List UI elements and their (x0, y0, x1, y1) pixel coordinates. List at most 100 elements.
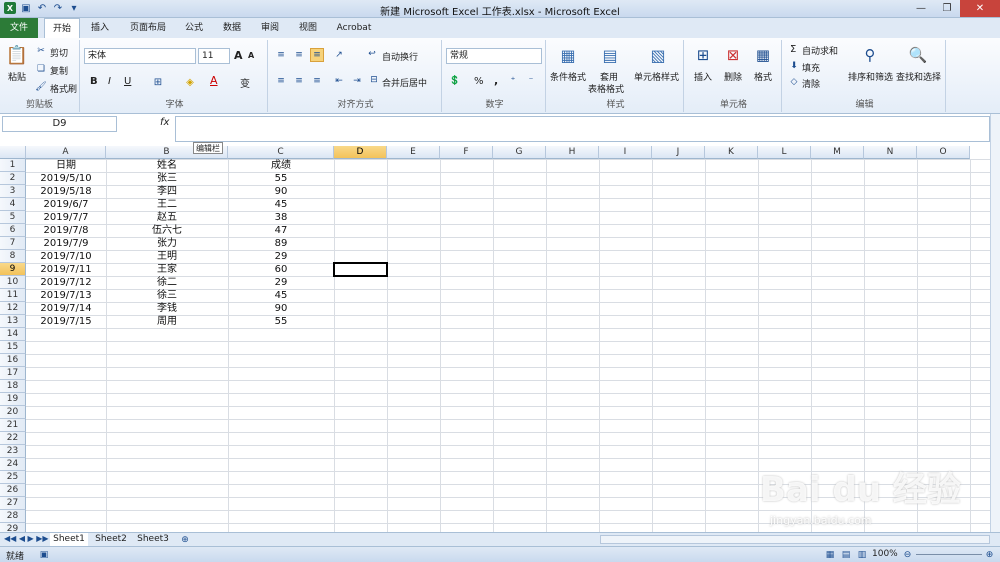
zoom-in-icon[interactable]: ⊕ (984, 549, 995, 560)
active-cell-d9[interactable] (333, 262, 388, 277)
row-header-4[interactable]: 4 (0, 198, 26, 211)
zoom-level[interactable]: 100% (872, 549, 898, 559)
format-as-table-line2[interactable]: 表格格式 (588, 82, 624, 95)
col-header-m[interactable]: M (811, 146, 864, 159)
align-center-icon[interactable]: ≡ (292, 74, 306, 88)
cell-a11[interactable]: 2019/7/13 (26, 289, 106, 302)
increase-decimal-icon[interactable]: ⁺ (506, 74, 520, 88)
find-select-button[interactable]: 查找和选择 (896, 70, 941, 83)
cell-b1[interactable]: 姓名 (106, 159, 228, 172)
cell-c10[interactable]: 29 (228, 276, 334, 289)
normal-view-icon[interactable]: ▦ (824, 549, 836, 560)
cell-styles-button[interactable]: 单元格样式 (634, 70, 679, 83)
cell-c11[interactable]: 45 (228, 289, 334, 302)
delete-cells-icon[interactable]: ⊠ (722, 42, 744, 68)
format-cells-button[interactable]: 格式 (754, 70, 772, 83)
underline-button[interactable]: U (124, 76, 131, 87)
macro-record-icon[interactable]: ▣ (38, 549, 50, 560)
italic-button[interactable]: I (108, 76, 111, 87)
cell-c6[interactable]: 47 (228, 224, 334, 237)
cell-c12[interactable]: 90 (228, 302, 334, 315)
grow-font-button[interactable]: A (234, 49, 243, 62)
row-header-15[interactable]: 15 (0, 341, 26, 354)
cell-a3[interactable]: 2019/5/18 (26, 185, 106, 198)
row-header-29[interactable]: 29 (0, 523, 26, 532)
cell-c1[interactable]: 成绩 (228, 159, 334, 172)
new-sheet-icon[interactable]: ⊕ (178, 534, 192, 545)
cell-b8[interactable]: 王明 (106, 250, 228, 263)
format-painter-button[interactable]: 格式刷 (50, 82, 77, 95)
align-middle-icon[interactable]: ≡ (292, 48, 306, 62)
insert-function-button[interactable]: fx (160, 117, 169, 128)
bold-button[interactable]: B (90, 76, 98, 87)
format-painter-icon[interactable]: 🖌 (35, 82, 46, 92)
copy-icon[interactable]: ❏ (36, 64, 46, 74)
row-header-11[interactable]: 11 (0, 289, 26, 302)
wrap-text-icon[interactable]: ↩ (366, 48, 378, 60)
row-header-25[interactable]: 25 (0, 471, 26, 484)
cell-a13[interactable]: 2019/7/15 (26, 315, 106, 328)
align-left-icon[interactable]: ≡ (274, 74, 288, 88)
cell-a5[interactable]: 2019/7/7 (26, 211, 106, 224)
cell-c9[interactable]: 60 (228, 263, 334, 276)
cell-c4[interactable]: 45 (228, 198, 334, 211)
cell-a2[interactable]: 2019/5/10 (26, 172, 106, 185)
row-header-19[interactable]: 19 (0, 393, 26, 406)
tab-page-layout[interactable]: 页面布局 (122, 18, 174, 38)
row-header-23[interactable]: 23 (0, 445, 26, 458)
row-header-18[interactable]: 18 (0, 380, 26, 393)
tab-formulas[interactable]: 公式 (178, 18, 210, 38)
number-format-select[interactable]: 常规 (446, 48, 542, 64)
cell-a12[interactable]: 2019/7/14 (26, 302, 106, 315)
cell-b9[interactable]: 王家 (106, 263, 228, 276)
tab-view[interactable]: 视图 (292, 18, 324, 38)
accounting-icon[interactable]: 💲 (448, 74, 462, 88)
tab-review[interactable]: 审阅 (254, 18, 286, 38)
page-break-view-icon[interactable]: ▥ (856, 549, 868, 560)
col-header-k[interactable]: K (705, 146, 758, 159)
cell-b10[interactable]: 徐二 (106, 276, 228, 289)
cut-button[interactable]: 剪切 (50, 46, 68, 59)
col-header-c[interactable]: C (228, 146, 334, 159)
find-select-icon[interactable]: 🔍 (906, 42, 930, 68)
row-header-24[interactable]: 24 (0, 458, 26, 471)
cell-b12[interactable]: 李钱 (106, 302, 228, 315)
cell-c2[interactable]: 55 (228, 172, 334, 185)
col-header-i[interactable]: I (599, 146, 652, 159)
col-header-j[interactable]: J (652, 146, 705, 159)
border-icon[interactable]: ⊞ (152, 76, 164, 88)
row-header-3[interactable]: 3 (0, 185, 26, 198)
cell-a7[interactable]: 2019/7/9 (26, 237, 106, 250)
row-header-9[interactable]: 9 (0, 263, 26, 276)
sheet-tab-3[interactable]: Sheet3 (134, 533, 172, 546)
insert-cells-icon[interactable]: ⊞ (692, 42, 714, 68)
tab-insert[interactable]: 插入 (84, 18, 116, 38)
zoom-slider[interactable] (916, 554, 982, 555)
row-header-12[interactable]: 12 (0, 302, 26, 315)
row-header-5[interactable]: 5 (0, 211, 26, 224)
row-header-7[interactable]: 7 (0, 237, 26, 250)
decrease-decimal-icon[interactable]: ⁻ (524, 74, 538, 88)
tab-file[interactable]: 文件 (0, 18, 38, 38)
cell-styles-icon[interactable]: ▧ (646, 42, 670, 68)
cell-a8[interactable]: 2019/7/10 (26, 250, 106, 263)
phonetic-button[interactable]: 变 (240, 75, 250, 90)
percent-button[interactable]: % (474, 76, 484, 87)
row-header-14[interactable]: 14 (0, 328, 26, 341)
row-header-13[interactable]: 13 (0, 315, 26, 328)
cell-b7[interactable]: 张力 (106, 237, 228, 250)
shrink-font-button[interactable]: A (248, 51, 254, 60)
insert-cells-button[interactable]: 插入 (694, 70, 712, 83)
tab-acrobat[interactable]: Acrobat (332, 18, 376, 38)
minimize-icon[interactable]: — (908, 0, 934, 17)
cell-a4[interactable]: 2019/6/7 (26, 198, 106, 211)
row-header-8[interactable]: 8 (0, 250, 26, 263)
cell-b3[interactable]: 李四 (106, 185, 228, 198)
col-header-n[interactable]: N (864, 146, 917, 159)
align-bottom-icon[interactable]: ≡ (310, 48, 324, 62)
format-cells-icon[interactable]: ▦ (752, 42, 774, 68)
cell-a10[interactable]: 2019/7/12 (26, 276, 106, 289)
close-icon[interactable]: ✕ (960, 0, 1000, 17)
increase-indent-icon[interactable]: ⇥ (350, 74, 364, 88)
cell-b5[interactable]: 赵五 (106, 211, 228, 224)
